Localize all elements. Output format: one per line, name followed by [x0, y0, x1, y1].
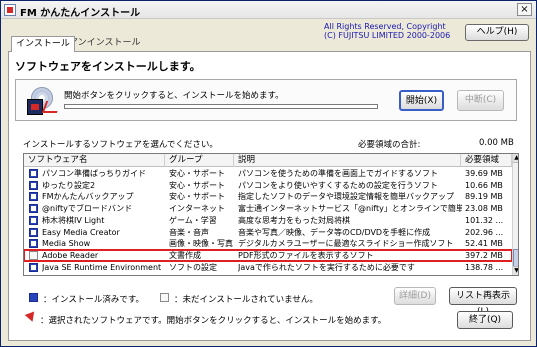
- required-space-label: 必要領域の合計:: [358, 140, 421, 150]
- cell-name: Adobe Reader: [42, 250, 99, 260]
- page-headline: ソフトウェアをインストールします。: [15, 60, 201, 73]
- legend-not-installed: ：未だインストールされていません。: [174, 295, 318, 305]
- software-list[interactable]: ソフトウェア名 グループ 説明 必要領域 パソコン準備ばっちりガイド安心・サポー…: [23, 153, 519, 276]
- installed-icon: [29, 180, 38, 190]
- title-bar: FM かんたんインストール ×: [1, 1, 536, 19]
- list-item[interactable]: Adobe Reader 文書作成 PDF形式のファイルを表示するソフト 397.2 …: [24, 248, 513, 263]
- cell-size: 10.66 MB: [465, 180, 503, 190]
- cell-group: インターネット: [169, 204, 225, 214]
- cell-group: 安心・サポート: [169, 180, 225, 190]
- exit-button[interactable]: 終了(Q): [457, 311, 513, 329]
- cell-desc: デジタルカメラユーザーに最適なスライドショー作成ソフト: [238, 239, 454, 249]
- cell-group: 安心・サポート: [169, 192, 225, 202]
- cell-group: ソフトの設定: [169, 262, 217, 272]
- cell-name: ゆったり設定2: [42, 180, 96, 190]
- column-header-description[interactable]: 説明: [234, 154, 461, 167]
- cell-size: 23.08 MB: [465, 204, 503, 214]
- copyright-line-1: All Rights Reserved, Copyright: [324, 22, 446, 31]
- cell-size: 397.2 MB: [465, 250, 503, 260]
- scroll-thumb[interactable]: [513, 249, 518, 267]
- cell-desc: 指定したソフトのデータや環境設定情報を簡単バックアップ: [238, 192, 454, 202]
- cell-desc: パソコンを使うための準備を画面上でガイドするソフト: [238, 169, 438, 178]
- list-item[interactable]: パソコン準備ばっちりガイド 安心・サポート パソコンを使うための準備を画面上でガイド…: [24, 168, 512, 180]
- cell-name: 柿木将棋IV Light: [42, 215, 105, 225]
- installed-icon: [29, 227, 38, 237]
- cell-group: ゲーム・学習: [169, 215, 217, 225]
- list-item[interactable]: Easy Media Creator 音楽・音声 音楽や写真／映像、データ等のCD/…: [24, 227, 512, 239]
- tab-uninstall[interactable]: アンインストール: [65, 36, 144, 51]
- cell-name: FMかんたんバックアップ: [42, 192, 134, 202]
- scroll-down-arrow-icon[interactable]: ▼: [513, 266, 518, 275]
- list-header: ソフトウェア名 グループ 説明 必要領域: [24, 154, 512, 167]
- installer-window: FM かんたんインストール × All Rights Reserved, Cop…: [0, 0, 537, 347]
- cell-desc: 音楽や写真／映像、データ等のCD/DVDを手軽に作成: [238, 227, 431, 237]
- detail-button[interactable]: 詳細(D): [394, 287, 436, 305]
- installed-icon: [29, 192, 38, 202]
- cell-name: パソコン準備ばっちりガイド: [42, 169, 146, 178]
- column-header-group[interactable]: グループ: [165, 154, 234, 167]
- status-message: 開始ボタンをクリックすると、インストールを始めます。: [64, 91, 284, 101]
- legend-installed: ：インストール済みです。: [43, 295, 144, 305]
- cell-name: Easy Media Creator: [42, 227, 120, 237]
- not-installed-icon: [160, 293, 169, 302]
- arrow-icon: [41, 101, 62, 113]
- stop-button[interactable]: 中断(C): [457, 90, 504, 111]
- cell-desc: パソコンをより使いやすくするための設定を行うソフト: [238, 180, 438, 190]
- close-button[interactable]: ×: [517, 3, 532, 16]
- copyright-line-2: (C) FUJITSU LIMITED 2000-2006: [324, 31, 451, 40]
- progress-bar: [64, 104, 378, 109]
- installed-icon: [29, 215, 38, 225]
- selection-note: ：選択されたソフトウェアです。開始ボタンをクリックすると、インストールを始めます…: [40, 316, 387, 326]
- list-item[interactable]: FMかんたんバックアップ 安心・サポート 指定したソフトのデータや環境設定情報を簡単…: [24, 191, 512, 203]
- scroll-up-arrow-icon[interactable]: ▲: [513, 154, 518, 163]
- list-instruction: インストールするソフトウェアを選んでください。: [23, 140, 218, 150]
- installed-icon: [29, 239, 38, 249]
- pc-box-icon: [27, 99, 43, 115]
- start-button[interactable]: 開始(X): [399, 90, 444, 111]
- cell-size: 89.19 MB: [465, 192, 503, 202]
- installed-icon: [29, 262, 38, 272]
- list-item[interactable]: Media Show 画像・映像・写真 デジタルカメラユーザーに最適なスライドショー…: [24, 238, 512, 250]
- window-title: FM かんたんインストール: [20, 8, 141, 19]
- installed-icon: [29, 204, 38, 214]
- cell-desc: PDF形式のファイルを表示するソフト: [238, 250, 374, 260]
- installed-icon: [29, 169, 38, 178]
- cell-size: 101.32 ...: [465, 215, 504, 225]
- list-item[interactable]: 柿木将棋IV Light ゲーム・学習 高度な思考力をもった対局将棋 101.32 .…: [24, 215, 512, 227]
- column-header-name[interactable]: ソフトウェア名: [24, 154, 165, 167]
- cell-group: 安心・サポート: [169, 169, 225, 178]
- install-cd-icon: [27, 87, 62, 117]
- cell-name: Media Show: [42, 239, 91, 249]
- cell-name: Java SE Runtime Environment: [42, 262, 162, 272]
- required-space-value: 0.00 MB: [479, 138, 514, 148]
- app-icon: [4, 4, 16, 16]
- cell-desc: 高度な思考力をもった対局将棋: [238, 215, 350, 225]
- list-redisplay-button[interactable]: リスト再表示(L): [449, 287, 517, 317]
- cell-desc: Javaで作られたソフトを実行するために必要です: [238, 262, 415, 272]
- cell-desc: 富士通インターネットサービス「@nifty」とオンラインで簡単契約: [238, 204, 462, 214]
- cell-size: 202.96 ...: [465, 227, 504, 237]
- installed-icon: [29, 293, 38, 302]
- list-item[interactable]: Java SE Runtime Environment ソフトの設定 Javaで作ら…: [24, 262, 512, 274]
- cell-size: 39.69 MB: [465, 169, 503, 178]
- cell-size: 138.78 ...: [465, 262, 504, 272]
- cell-group: 音楽・音声: [169, 227, 209, 237]
- copyright-text: All Rights Reserved, Copyright (C) FUJIT…: [324, 22, 450, 40]
- cell-size: 52.41 MB: [465, 239, 503, 249]
- list-item[interactable]: @niftyでブロードバンド インターネット 富士通インターネットサービス「@nif…: [24, 203, 512, 215]
- help-button[interactable]: ヘルプ(H): [465, 24, 529, 41]
- tab-install[interactable]: インストール: [11, 36, 75, 52]
- column-header-size[interactable]: 必要領域: [461, 154, 512, 167]
- cell-group: 文書作成: [169, 250, 201, 260]
- not-installed-icon: [29, 250, 38, 260]
- list-item[interactable]: ゆったり設定2 安心・サポート パソコンをより使いやすくするための設定を行うソフト 1…: [24, 180, 512, 192]
- cell-name: @niftyでブロードバンド: [42, 204, 133, 214]
- cell-group: 画像・映像・写真: [169, 239, 233, 249]
- list-scrollbar[interactable]: ▲ ▼: [512, 154, 518, 275]
